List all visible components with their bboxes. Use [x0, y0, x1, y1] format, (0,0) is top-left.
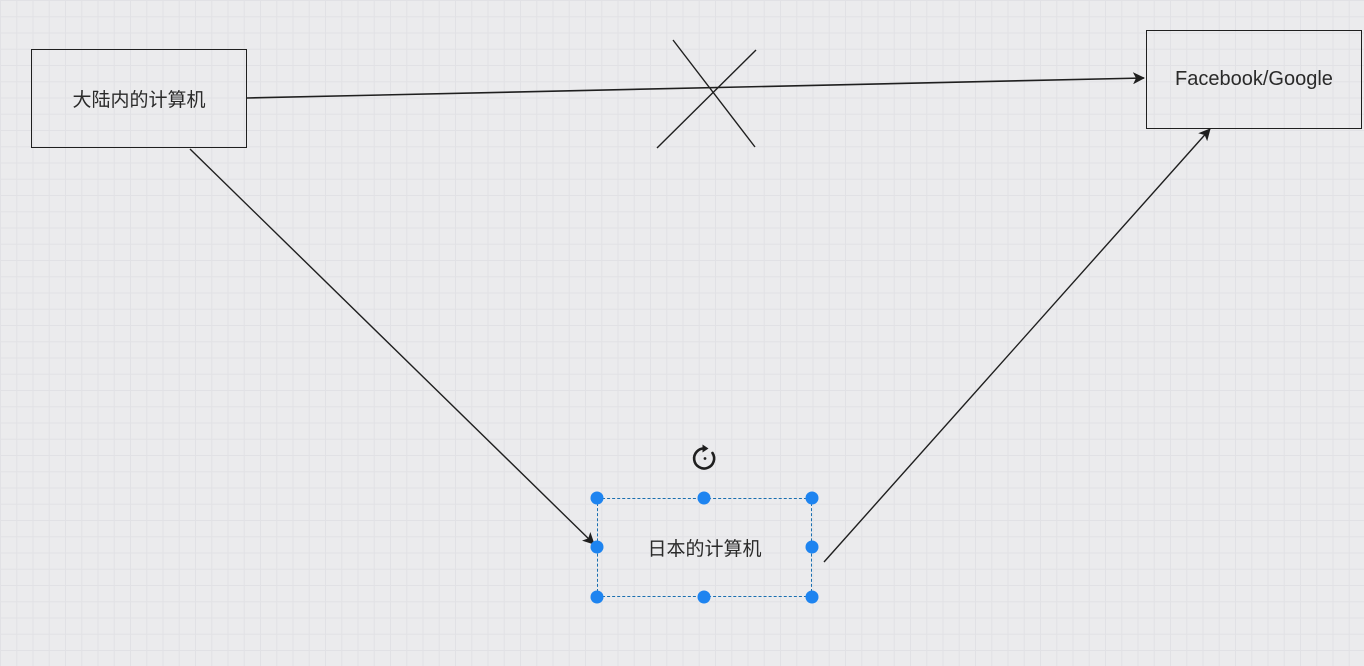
resize-handle-bottom[interactable] [697, 590, 711, 604]
resize-handle-top-right[interactable] [805, 491, 819, 505]
edge-mainland-to-facebook[interactable] [246, 72, 1145, 99]
resize-handle-top[interactable] [697, 491, 711, 505]
resize-handle-bottom-left[interactable] [590, 590, 604, 604]
node-japan-label: 日本的计算机 [647, 538, 762, 560]
node-facebook-google[interactable]: Facebook/Google [1146, 30, 1362, 129]
node-facebook-label: Facebook/Google [1175, 68, 1333, 90]
node-japan-computer[interactable]: 日本的计算机 [597, 498, 812, 597]
blocked-x-icon [656, 39, 757, 149]
resize-handle-left[interactable] [590, 540, 604, 554]
node-mainland-label: 大陆内的计算机 [72, 89, 206, 111]
node-mainland-computer[interactable]: 大陆内的计算机 [31, 49, 247, 148]
resize-handle-bottom-right[interactable] [805, 590, 819, 604]
diagram-canvas[interactable]: 大陆内的计算机 Facebook/Google 日本的计算机 [0, 0, 1364, 666]
edge-mainland-to-japan[interactable] [189, 148, 595, 545]
edge-japan-to-facebook[interactable] [823, 128, 1211, 563]
rotate-icon[interactable] [689, 442, 721, 474]
resize-handle-top-left[interactable] [590, 491, 604, 505]
resize-handle-right[interactable] [805, 540, 819, 554]
